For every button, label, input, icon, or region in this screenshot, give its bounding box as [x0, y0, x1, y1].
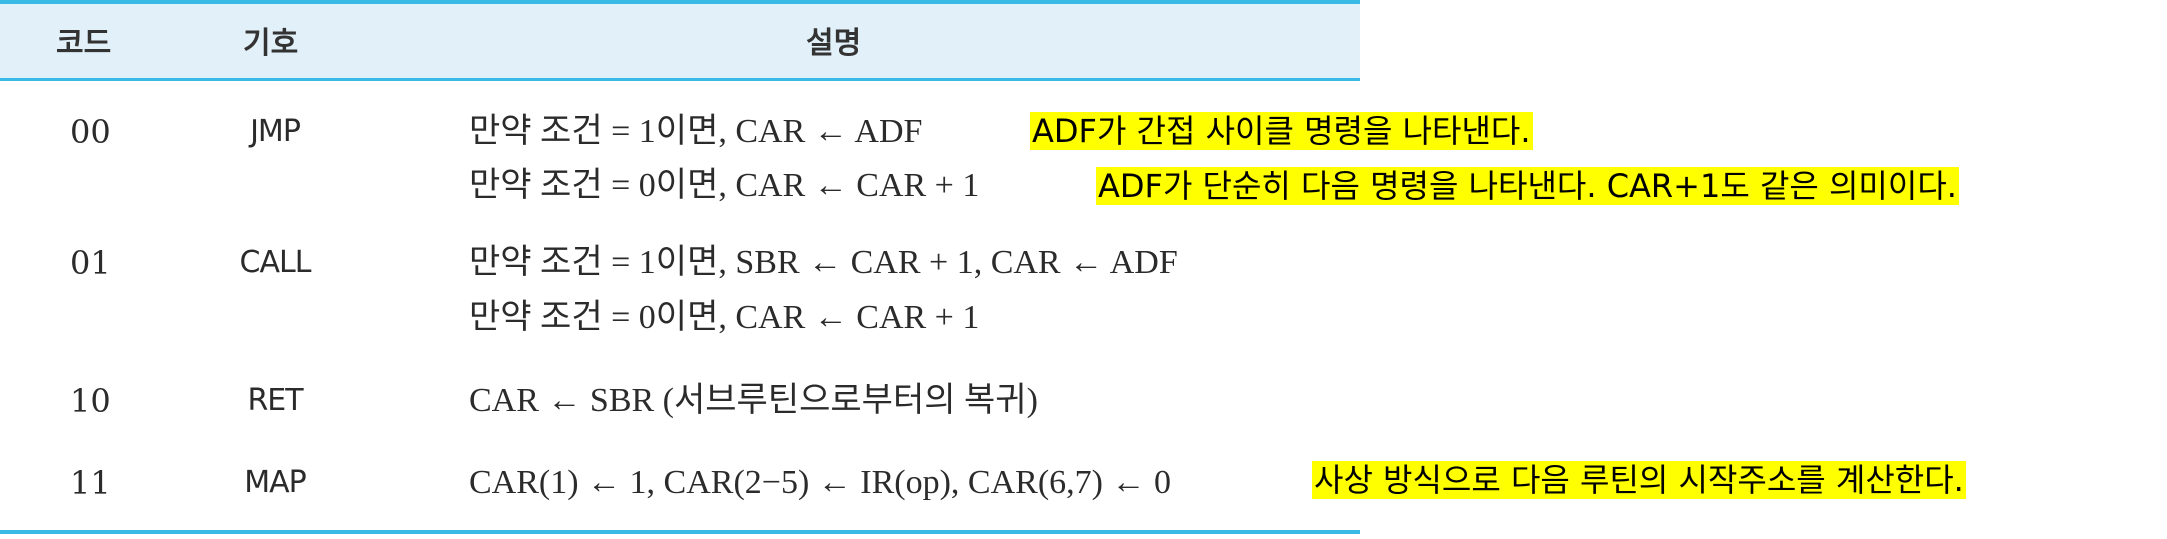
- annotation-jmp-next: ADF가 단순히 다음 명령을 나타낸다. CAR+1도 같은 의미이다.: [1096, 167, 1959, 205]
- row-call-symbol: CALL: [239, 245, 312, 280]
- instruction-table: 코드 기호 설명 00 JMP 만약 조건 = 1이면, CAR ← ADF 만…: [0, 0, 1360, 539]
- row-call-code: 01: [70, 244, 111, 282]
- column-header-symbol: 기호: [243, 26, 299, 61]
- row-map-description: CAR(1) ← 1, CAR(2−5) ← IR(op), CAR(6,7) …: [469, 464, 1171, 501]
- column-header-description: 설명: [806, 26, 862, 61]
- row-ret-symbol: RET: [247, 383, 303, 418]
- table-header-rule: [0, 78, 1360, 81]
- row-jmp-symbol: JMP: [250, 114, 301, 149]
- column-header-code: 코드: [56, 26, 112, 61]
- row-map-symbol: MAP: [244, 465, 306, 500]
- row-jmp-description-line2: 만약 조건 = 0이면, CAR ← CAR + 1: [469, 167, 980, 204]
- row-call-description-line1: 만약 조건 = 1이면, SBR ← CAR + 1, CAR ← ADF: [469, 244, 1178, 281]
- annotation-map: 사상 방식으로 다음 루틴의 시작주소를 계산한다.: [1312, 461, 1966, 499]
- row-ret-description: CAR ← SBR (서브루틴으로부터의 복귀): [469, 382, 1038, 419]
- row-ret-code: 10: [70, 382, 111, 420]
- row-call-description-line2: 만약 조건 = 0이면, CAR ← CAR + 1: [469, 299, 980, 336]
- row-map-code: 11: [70, 464, 111, 502]
- table-bottom-rule: [0, 530, 1360, 534]
- annotation-jmp-indirect: ADF가 간접 사이클 명령을 나타낸다.: [1030, 112, 1533, 150]
- table-header: [0, 4, 1360, 78]
- page: 코드 기호 설명 00 JMP 만약 조건 = 1이면, CAR ← ADF 만…: [0, 0, 2167, 539]
- row-jmp-description-line1: 만약 조건 = 1이면, CAR ← ADF: [469, 113, 923, 150]
- row-jmp-code: 00: [70, 113, 111, 151]
